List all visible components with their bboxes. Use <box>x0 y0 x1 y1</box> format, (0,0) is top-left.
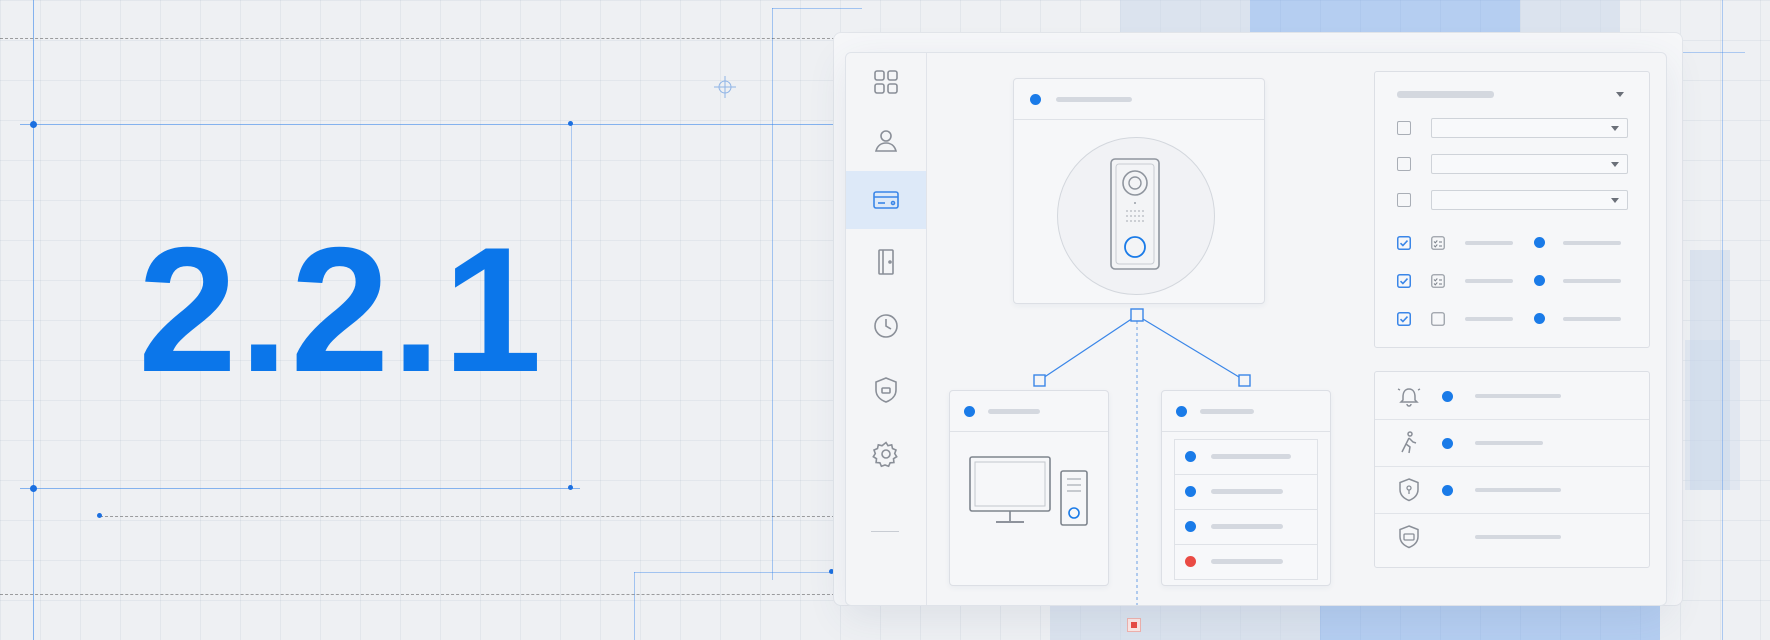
placeholder-text <box>1211 454 1291 459</box>
status-dot <box>1185 451 1196 462</box>
guide-node <box>568 121 573 126</box>
dashed-guide <box>100 516 840 517</box>
placeholder-text <box>1475 488 1561 492</box>
option-select[interactable] <box>1431 118 1628 138</box>
placeholder-text <box>1211 489 1283 494</box>
status-dot <box>964 406 975 417</box>
placeholder-panel-title <box>1397 91 1494 98</box>
placeholder-text <box>1563 317 1621 321</box>
app-window <box>845 52 1667 606</box>
bg-tile <box>1520 0 1620 32</box>
row-divider <box>1375 419 1649 420</box>
list-item[interactable] <box>1174 509 1318 545</box>
bell-icon <box>1395 382 1423 410</box>
placeholder-text <box>1465 279 1513 283</box>
option-select[interactable] <box>1431 190 1628 210</box>
guide-line <box>33 0 34 640</box>
option-checkbox[interactable] <box>1397 193 1411 207</box>
bg-tile <box>1320 604 1660 640</box>
bg-tile <box>1250 0 1520 32</box>
checklist-icon <box>1431 236 1445 250</box>
desktop-computer-icon <box>969 456 1088 526</box>
shield-card-icon <box>1395 523 1423 551</box>
settings-panel <box>1374 71 1650 348</box>
dashed-guide <box>0 594 845 595</box>
status-dot <box>1442 391 1453 402</box>
bottom-marker <box>1127 618 1141 632</box>
list-item[interactable] <box>1174 544 1318 580</box>
chevron-down-icon <box>1611 126 1619 131</box>
guide-node <box>30 485 37 492</box>
guide-line <box>772 8 773 580</box>
dashed-guide <box>0 38 840 39</box>
status-dot <box>1534 313 1545 324</box>
chevron-down-icon[interactable] <box>1616 92 1624 97</box>
status-dot <box>1176 406 1187 417</box>
device-list-card[interactable] <box>1161 390 1331 586</box>
status-dot <box>1442 485 1453 496</box>
option-checkbox[interactable] <box>1397 121 1411 135</box>
guide-line <box>634 572 635 640</box>
guide-line <box>20 488 580 489</box>
guide-line <box>634 572 844 573</box>
placeholder-text <box>1211 524 1283 529</box>
chevron-down-icon <box>1611 198 1619 203</box>
events-panel <box>1374 371 1650 568</box>
shield-alert-icon <box>1395 476 1423 504</box>
row-divider <box>1375 466 1649 467</box>
permission-checkbox[interactable] <box>1397 312 1411 326</box>
placeholder-text <box>1465 317 1513 321</box>
placeholder-text <box>1465 241 1513 245</box>
placeholder-text <box>1563 279 1621 283</box>
status-dot <box>1442 438 1453 449</box>
device-list-header <box>1162 391 1330 432</box>
crosshair-icon <box>714 76 736 98</box>
option-select[interactable] <box>1431 154 1628 174</box>
placeholder-text <box>1475 441 1543 445</box>
guide-node <box>97 513 102 518</box>
status-dot <box>1185 521 1196 532</box>
bg-tile <box>1685 340 1740 490</box>
checklist-icon <box>1431 312 1445 326</box>
bg-tile <box>1050 604 1320 640</box>
placeholder-text <box>1475 394 1561 398</box>
guide-node <box>30 121 37 128</box>
computer-card[interactable] <box>949 390 1109 586</box>
version-number: 2.2.1 <box>138 210 544 409</box>
placeholder-text <box>1563 241 1621 245</box>
guide-line <box>772 8 862 9</box>
status-dot <box>1534 237 1545 248</box>
placeholder-text <box>1211 559 1283 564</box>
guide-line <box>1722 0 1723 640</box>
checklist-icon <box>1431 274 1445 288</box>
placeholder-title <box>988 409 1040 414</box>
computer-card-header <box>950 391 1108 432</box>
list-item[interactable] <box>1174 439 1318 475</box>
list-item[interactable] <box>1174 474 1318 510</box>
chevron-down-icon <box>1611 162 1619 167</box>
permission-checkbox[interactable] <box>1397 274 1411 288</box>
option-checkbox[interactable] <box>1397 157 1411 171</box>
person-walking-icon <box>1395 429 1423 457</box>
bg-tile <box>1120 0 1250 32</box>
status-dot <box>1185 556 1196 567</box>
guide-line <box>571 124 572 488</box>
status-dot <box>1534 275 1545 286</box>
placeholder-text <box>1475 535 1561 539</box>
guide-node <box>568 485 573 490</box>
placeholder-title <box>1200 409 1254 414</box>
permission-checkbox[interactable] <box>1397 236 1411 250</box>
status-dot <box>1185 486 1196 497</box>
guide-line <box>20 124 840 125</box>
row-divider <box>1375 513 1649 514</box>
